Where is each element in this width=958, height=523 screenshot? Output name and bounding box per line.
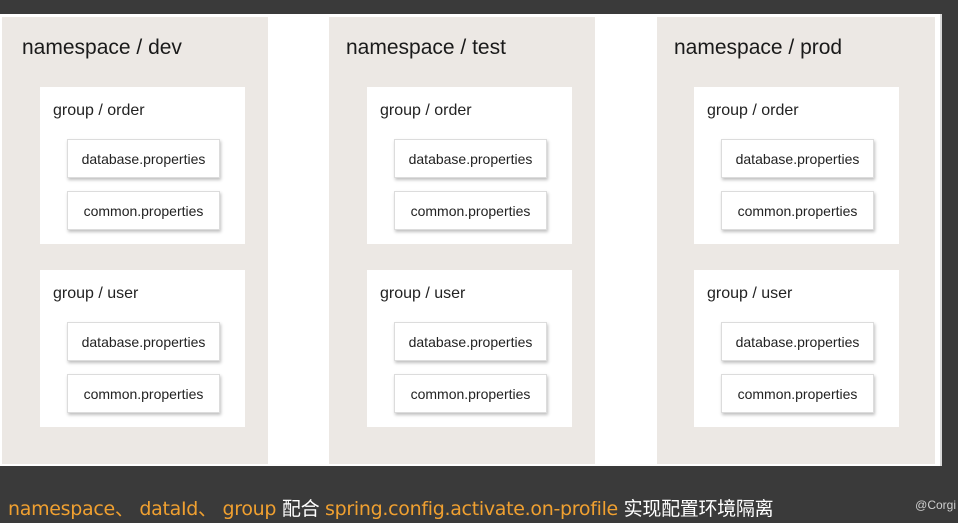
file-box: common.properties [721,191,874,230]
file-box: database.properties [394,139,547,178]
group-panel-order: group / order database.properties common… [40,87,245,244]
group-title: group / order [707,102,799,119]
group-panel-order: group / order database.properties common… [694,87,899,244]
watermark: @Corgi [915,498,956,512]
file-box: database.properties [721,139,874,178]
group-panel-user: group / user database.properties common.… [367,270,572,427]
group-panel-order: group / order database.properties common… [367,87,572,244]
group-title: group / order [53,102,145,119]
caption-keywords: namespace、 dataId、 group [8,498,282,520]
file-box: common.properties [67,191,220,230]
caption-conclusion: 实现配置环境隔离 [623,498,774,520]
group-title: group / user [380,285,466,302]
file-box: common.properties [394,191,547,230]
caption-connector: 配合 [281,498,320,520]
namespace-title: namespace / test [346,36,506,59]
namespace-title: namespace / dev [22,36,182,59]
namespace-panel-dev: namespace / dev group / order database.p… [2,17,268,464]
file-box: common.properties [67,374,220,413]
file-box: database.properties [67,139,220,178]
diagram-slide: namespace / dev group / order database.p… [0,14,942,466]
caption-property: spring.config.activate.on-profile [319,498,624,520]
file-box: common.properties [721,374,874,413]
group-title: group / user [53,285,139,302]
group-title: group / user [707,285,793,302]
file-box: database.properties [721,322,874,361]
namespace-title: namespace / prod [674,36,843,59]
file-box: database.properties [67,322,220,361]
group-panel-user: group / user database.properties common.… [40,270,245,427]
namespace-panel-prod: namespace / prod group / order database.… [657,17,935,464]
group-title: group / order [380,102,472,119]
top-faded-text [150,0,270,10]
file-box: database.properties [394,322,547,361]
caption: namespace、 dataId、 group 配合 spring.confi… [8,494,774,521]
namespace-panel-test: namespace / test group / order database.… [329,17,595,464]
file-box: common.properties [394,374,547,413]
group-panel-user: group / user database.properties common.… [694,270,899,427]
